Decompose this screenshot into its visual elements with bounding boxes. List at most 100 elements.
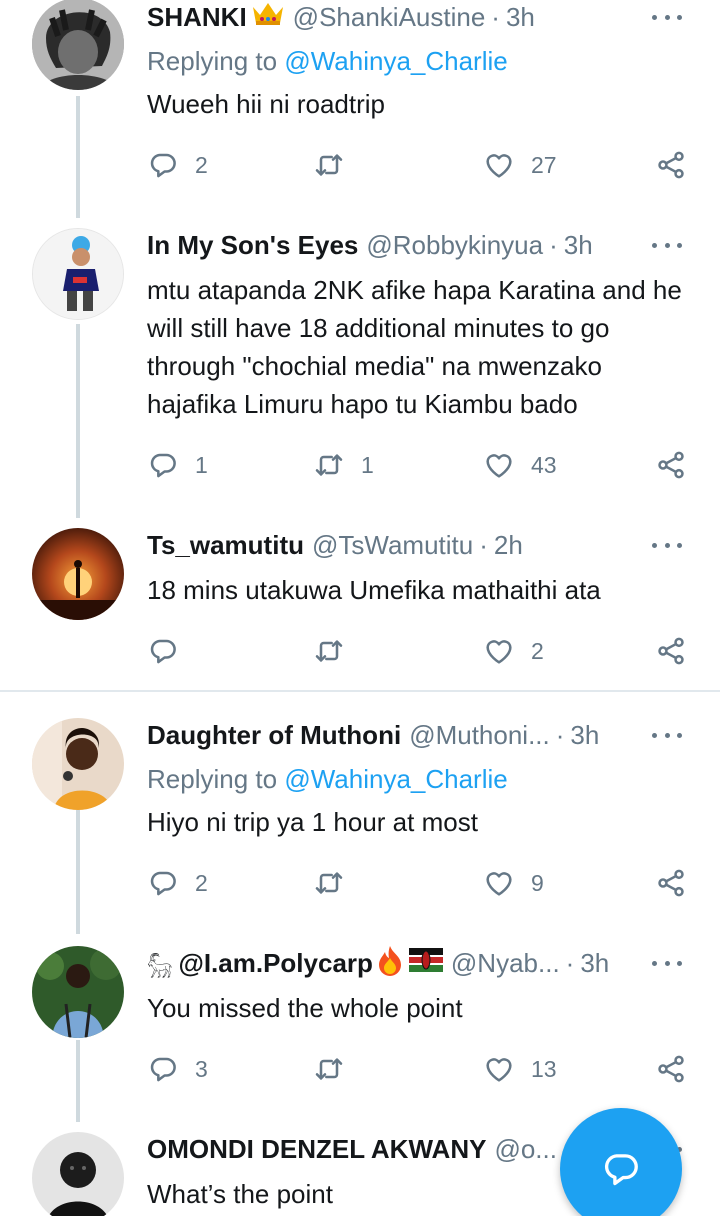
tweet-text: 18 mins utakuwa Umefika mathaithi ata [147, 575, 601, 605]
tweet-text: You missed the whole point [147, 993, 463, 1023]
author-name[interactable]: OMONDI DENZEL AKWANY [147, 1134, 486, 1165]
avatar[interactable] [32, 228, 124, 320]
kenya-flag-emoji [408, 947, 443, 979]
tweet-text: Hiyo ni trip ya 1 hour at most [147, 807, 478, 837]
reply-count: 3 [195, 1055, 208, 1082]
separator-dot: · [549, 229, 558, 260]
retweet-icon [313, 867, 345, 899]
author-name[interactable]: SHANKI [147, 2, 247, 33]
author-name[interactable]: @I.am.Polycarp [178, 948, 372, 979]
timestamp[interactable]: 3h [506, 2, 535, 33]
separator-dot: · [479, 529, 488, 560]
heart-icon [483, 1053, 515, 1085]
reply-bubble-icon [147, 1053, 179, 1085]
reply-bubble-icon [147, 449, 179, 481]
like-count: 13 [531, 1055, 557, 1082]
share-button[interactable] [655, 866, 687, 900]
author-handle[interactable]: @Nyab... [451, 948, 560, 979]
share-button[interactable] [655, 634, 687, 668]
tweet[interactable]: Daughter of Muthoni @Muthoni... · 3h Rep… [0, 718, 720, 918]
heart-icon [483, 149, 515, 181]
reply-button[interactable]: 2 [147, 148, 208, 182]
conversation-divider [0, 690, 720, 692]
author-name[interactable]: Daughter of Muthoni [147, 720, 401, 751]
like-button[interactable]: 13 [483, 1052, 557, 1086]
heart-icon [483, 449, 515, 481]
more-dots-icon[interactable] [652, 729, 682, 741]
avatar[interactable] [32, 528, 124, 620]
tweet[interactable]: Ts_wamutitu @TsWamutitu · 2h 18 mins uta… [0, 528, 720, 688]
tweet-actions: 1 1 43 [147, 448, 692, 482]
author-name[interactable]: In My Son's Eyes [147, 230, 358, 261]
retweet-button[interactable] [313, 866, 361, 900]
avatar[interactable] [32, 718, 124, 810]
more-dots-icon[interactable] [652, 539, 682, 551]
compose-reply-icon [605, 1154, 638, 1186]
share-icon [655, 1053, 687, 1085]
replying-to-mention[interactable]: @Wahinya_Charlie [284, 764, 507, 794]
like-button[interactable]: 43 [483, 448, 557, 482]
share-icon [655, 149, 687, 181]
more-dots-icon[interactable] [652, 11, 682, 23]
author-handle[interactable]: @Robbykinyua [366, 230, 543, 261]
reply-count: 2 [195, 869, 208, 896]
avatar[interactable] [32, 1132, 124, 1216]
compose-reply-button[interactable] [560, 1108, 682, 1216]
share-icon [655, 449, 687, 481]
reply-button[interactable]: 1 [147, 448, 208, 482]
reply-bubble-icon [147, 149, 179, 181]
heart-icon [483, 867, 515, 899]
tweet[interactable]: In My Son's Eyes @Robbykinyua · 3h mtu a… [0, 228, 720, 508]
like-count: 43 [531, 451, 557, 478]
share-icon [655, 867, 687, 899]
retweet-button[interactable]: 1 [313, 448, 374, 482]
separator-dot: · [491, 1, 500, 32]
fire-emoji [375, 944, 405, 983]
replying-to: Replying to @Wahinya_Charlie [147, 46, 508, 77]
tweet[interactable]: 𓃵 @I.am.Polycarp @Nyab... · 3h You misse… [0, 944, 720, 1096]
avatar[interactable] [32, 946, 124, 1038]
retweet-icon [313, 149, 345, 181]
reply-button[interactable]: 2 [147, 866, 208, 900]
reply-button[interactable] [147, 634, 195, 668]
tweet-text: mtu atapanda 2NK afike hapa Karatina and… [147, 275, 682, 419]
more-dots-icon[interactable] [652, 957, 682, 969]
author-handle[interactable]: @Muthoni... [409, 720, 550, 751]
retweet-button[interactable] [313, 148, 361, 182]
like-count: 2 [531, 637, 544, 664]
share-icon [655, 635, 687, 667]
avatar[interactable] [32, 0, 124, 90]
more-dots-icon[interactable] [652, 239, 682, 251]
reply-bubble-icon [147, 635, 179, 667]
share-button[interactable] [655, 1052, 687, 1086]
name-symbol: 𓃵 [147, 955, 173, 978]
reply-button[interactable]: 3 [147, 1052, 208, 1086]
retweet-icon [313, 449, 345, 481]
author-handle[interactable]: @o... [494, 1134, 557, 1165]
tweet-actions: 2 27 [147, 148, 692, 182]
retweet-icon [313, 635, 345, 667]
replying-to-label: Replying to [147, 764, 278, 794]
timestamp[interactable]: 3h [564, 230, 593, 261]
author-handle[interactable]: @TsWamutitu [312, 530, 473, 561]
replying-to: Replying to @Wahinya_Charlie [147, 764, 508, 795]
author-name[interactable]: Ts_wamutitu [147, 530, 304, 561]
timestamp[interactable]: 3h [580, 948, 609, 979]
like-button[interactable]: 27 [483, 148, 557, 182]
tweet[interactable]: SHANKI @ShankiAustine · 3h Replying to @… [0, 0, 720, 210]
like-button[interactable]: 9 [483, 866, 544, 900]
timestamp[interactable]: 2h [494, 530, 523, 561]
timestamp[interactable]: 3h [570, 720, 599, 751]
replying-to-mention[interactable]: @Wahinya_Charlie [284, 46, 507, 76]
tweet-actions: 2 [147, 634, 692, 668]
author-handle[interactable]: @ShankiAustine [293, 2, 486, 33]
separator-dot: · [565, 947, 575, 978]
like-count: 9 [531, 869, 544, 896]
like-button[interactable]: 2 [483, 634, 544, 668]
retweet-button[interactable] [313, 1052, 361, 1086]
share-button[interactable] [655, 448, 687, 482]
reply-count: 2 [195, 151, 208, 178]
share-button[interactable] [655, 148, 687, 182]
tweet-actions: 3 13 [147, 1052, 692, 1086]
retweet-button[interactable] [313, 634, 361, 668]
